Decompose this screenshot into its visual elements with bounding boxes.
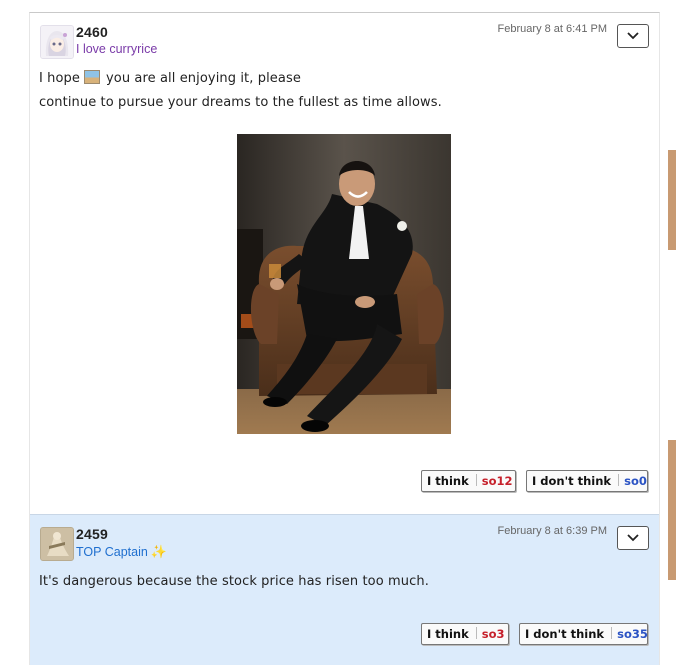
- chevron-down-icon: [627, 32, 639, 40]
- post-body: I hope you are all enjoying it, please co…: [39, 67, 442, 115]
- user-name-text: TOP Captain: [76, 545, 148, 559]
- avatar[interactable]: [40, 25, 74, 59]
- post-menu-button[interactable]: [617, 526, 649, 550]
- sparkle-icon: ✨: [150, 544, 167, 559]
- post-text: I hope: [39, 71, 81, 86]
- side-strip-image: [668, 440, 676, 580]
- anime-avatar-icon: [41, 26, 73, 58]
- i-dont-think-button[interactable]: I don't think so35: [519, 623, 648, 645]
- i-dont-think-button[interactable]: I don't think so0: [526, 470, 648, 492]
- i-dont-think-count: so35: [617, 627, 648, 641]
- post-body: It's dangerous because the stock price h…: [39, 574, 429, 589]
- avatar[interactable]: [40, 527, 74, 561]
- side-strip: [668, 0, 676, 664]
- i-think-count: so12: [481, 474, 513, 488]
- i-dont-think-label: I don't think: [532, 474, 612, 488]
- i-dont-think-label: I don't think: [525, 627, 605, 641]
- comment-post: 2459 TOP Captain ✨ February 8 at 6:39 PM …: [30, 514, 659, 665]
- vote-buttons: I think so12 I don't think so0: [421, 470, 648, 492]
- i-think-count: so3: [481, 627, 505, 641]
- i-think-label: I think: [427, 474, 469, 488]
- i-think-button[interactable]: I think so12: [421, 470, 516, 492]
- timestamp: February 8 at 6:41 PM: [497, 23, 607, 35]
- side-strip-image: [668, 150, 676, 250]
- user-name[interactable]: I love curryrice: [76, 42, 157, 56]
- i-dont-think-count: so0: [624, 474, 647, 488]
- post-text: continue to pursue your dreams to the fu…: [39, 95, 442, 110]
- post-number: 2460: [76, 24, 108, 40]
- post-menu-button[interactable]: [617, 24, 649, 48]
- post-number: 2459: [76, 526, 108, 542]
- user-name[interactable]: TOP Captain ✨: [76, 544, 167, 560]
- comment-feed: 2460 I love curryrice February 8 at 6:41…: [29, 12, 660, 665]
- i-think-label: I think: [427, 627, 469, 641]
- chevron-down-icon: [627, 534, 639, 542]
- attached-photo[interactable]: [237, 134, 451, 434]
- man-in-armchair-photo: [237, 134, 451, 434]
- i-think-button[interactable]: I think so3: [421, 623, 509, 645]
- figure-avatar-icon: [41, 528, 73, 560]
- post-text: you are all enjoying it, please: [106, 71, 301, 86]
- timestamp: February 8 at 6:39 PM: [497, 525, 607, 537]
- inline-image-icon[interactable]: [84, 70, 101, 84]
- vote-buttons: I think so3 I don't think so35: [421, 623, 648, 645]
- comment-post: 2460 I love curryrice February 8 at 6:41…: [30, 13, 659, 513]
